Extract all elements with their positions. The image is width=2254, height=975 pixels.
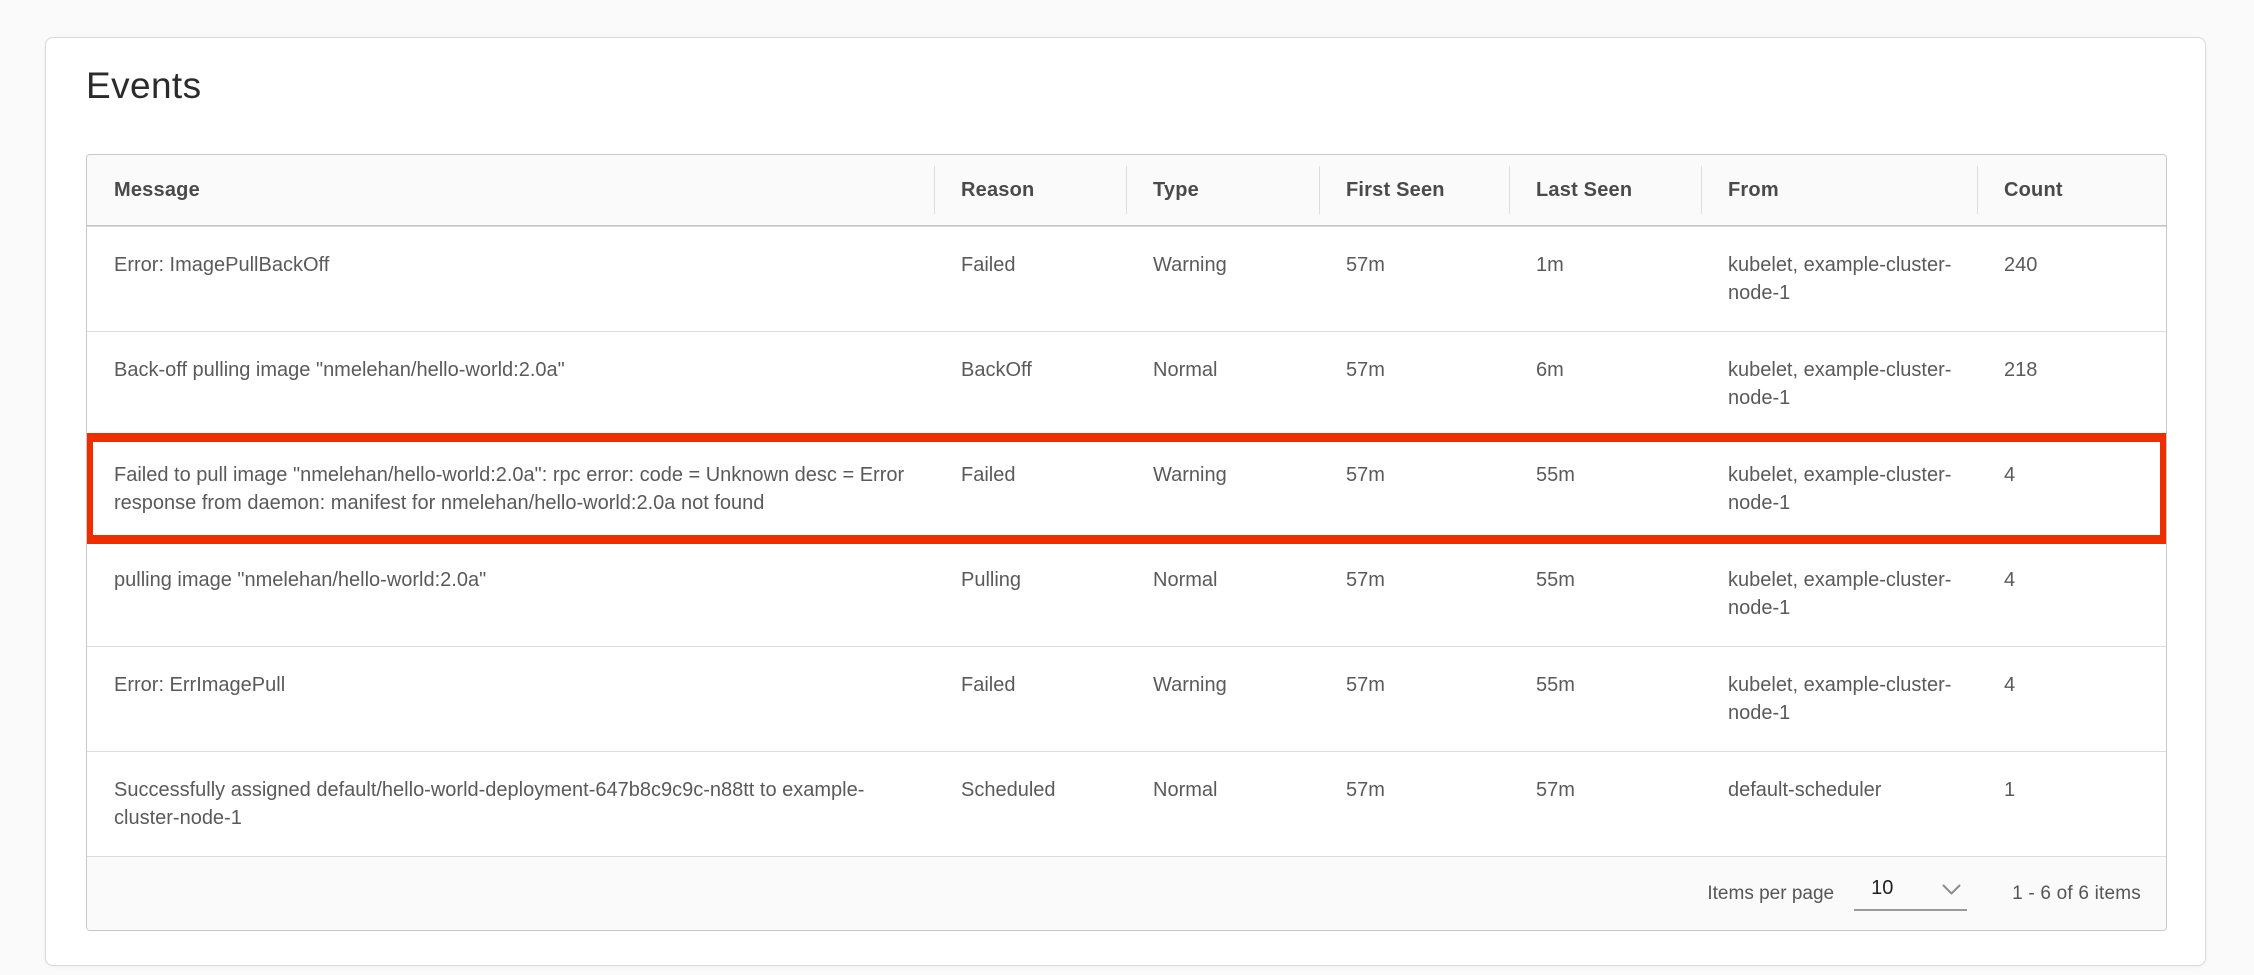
items-per-page-label: Items per page xyxy=(1707,883,1834,905)
cell-last-seen: 57m xyxy=(1509,752,1701,856)
cell-from: kubelet, example-cluster-node-1 xyxy=(1701,647,1977,751)
cell-type: Warning xyxy=(1126,227,1319,331)
cell-count: 218 xyxy=(1977,332,2167,436)
cell-from: default-scheduler xyxy=(1701,752,1977,856)
column-header-from: From xyxy=(1701,155,1977,225)
column-header-first-seen: First Seen xyxy=(1319,155,1509,225)
column-header-last-seen: Last Seen xyxy=(1509,155,1701,225)
table-row-highlighted: Failed to pull image "nmelehan/hello-wor… xyxy=(87,436,2166,541)
cell-first-seen: 57m xyxy=(1319,647,1509,751)
cell-count: 240 xyxy=(1977,227,2167,331)
cell-first-seen: 57m xyxy=(1319,227,1509,331)
cell-last-seen: 55m xyxy=(1509,542,1701,646)
cell-first-seen: 57m xyxy=(1319,332,1509,436)
table-row: Successfully assigned default/hello-worl… xyxy=(87,751,2166,856)
cell-reason: BackOff xyxy=(934,332,1126,436)
cell-message: Error: ImagePullBackOff xyxy=(87,227,934,331)
cell-from: kubelet, example-cluster-node-1 xyxy=(1701,332,1977,436)
page-title: Events xyxy=(86,65,2167,107)
cell-last-seen: 1m xyxy=(1509,227,1701,331)
table-row: pulling image "nmelehan/hello-world:2.0a… xyxy=(87,541,2166,646)
datagrid-header-row: Message Reason Type First Seen Last Seen… xyxy=(87,155,2166,226)
cell-reason: Failed xyxy=(934,647,1126,751)
table-row: Error: ErrImagePull Failed Warning 57m 5… xyxy=(87,646,2166,751)
column-header-reason: Reason xyxy=(934,155,1126,225)
items-per-page-select[interactable]: 10 xyxy=(1854,877,1967,911)
events-datagrid: Message Reason Type First Seen Last Seen… xyxy=(86,154,2167,931)
cell-type: Warning xyxy=(1126,647,1319,751)
cell-last-seen: 55m xyxy=(1509,437,1701,541)
table-row: Back-off pulling image "nmelehan/hello-w… xyxy=(87,331,2166,436)
cell-from: kubelet, example-cluster-node-1 xyxy=(1701,542,1977,646)
cell-last-seen: 6m xyxy=(1509,332,1701,436)
cell-first-seen: 57m xyxy=(1319,542,1509,646)
cell-type: Normal xyxy=(1126,752,1319,856)
table-row: Error: ImagePullBackOff Failed Warning 5… xyxy=(87,226,2166,331)
cell-count: 4 xyxy=(1977,647,2167,751)
cell-message: Failed to pull image "nmelehan/hello-wor… xyxy=(87,437,934,541)
cell-message: Error: ErrImagePull xyxy=(87,647,934,751)
cell-reason: Pulling xyxy=(934,542,1126,646)
items-per-page-value: 10 xyxy=(1871,877,1893,900)
cell-type: Normal xyxy=(1126,332,1319,436)
cell-first-seen: 57m xyxy=(1319,752,1509,856)
cell-last-seen: 55m xyxy=(1509,647,1701,751)
cell-reason: Failed xyxy=(934,227,1126,331)
column-header-message: Message xyxy=(87,155,934,225)
cell-message: Back-off pulling image "nmelehan/hello-w… xyxy=(87,332,934,436)
datagrid-footer: Items per page 10 1 - 6 of 6 items xyxy=(87,856,2166,930)
cell-count: 1 xyxy=(1977,752,2167,856)
cell-count: 4 xyxy=(1977,542,2167,646)
cell-count: 4 xyxy=(1977,437,2167,541)
chevron-down-icon xyxy=(1942,884,1961,896)
cell-type: Warning xyxy=(1126,437,1319,541)
cell-first-seen: 57m xyxy=(1319,437,1509,541)
cell-from: kubelet, example-cluster-node-1 xyxy=(1701,437,1977,541)
cell-from: kubelet, example-cluster-node-1 xyxy=(1701,227,1977,331)
column-header-type: Type xyxy=(1126,155,1319,225)
pagination-range-label: 1 - 6 of 6 items xyxy=(2012,883,2141,905)
cell-reason: Scheduled xyxy=(934,752,1126,856)
cell-type: Normal xyxy=(1126,542,1319,646)
cell-message: Successfully assigned default/hello-worl… xyxy=(87,752,934,856)
cell-message: pulling image "nmelehan/hello-world:2.0a… xyxy=(87,542,934,646)
events-card: Events Message Reason Type First Seen La… xyxy=(45,37,2206,966)
events-card-body: Events Message Reason Type First Seen La… xyxy=(46,38,2205,931)
cell-reason: Failed xyxy=(934,437,1126,541)
column-header-count: Count xyxy=(1977,155,2167,225)
